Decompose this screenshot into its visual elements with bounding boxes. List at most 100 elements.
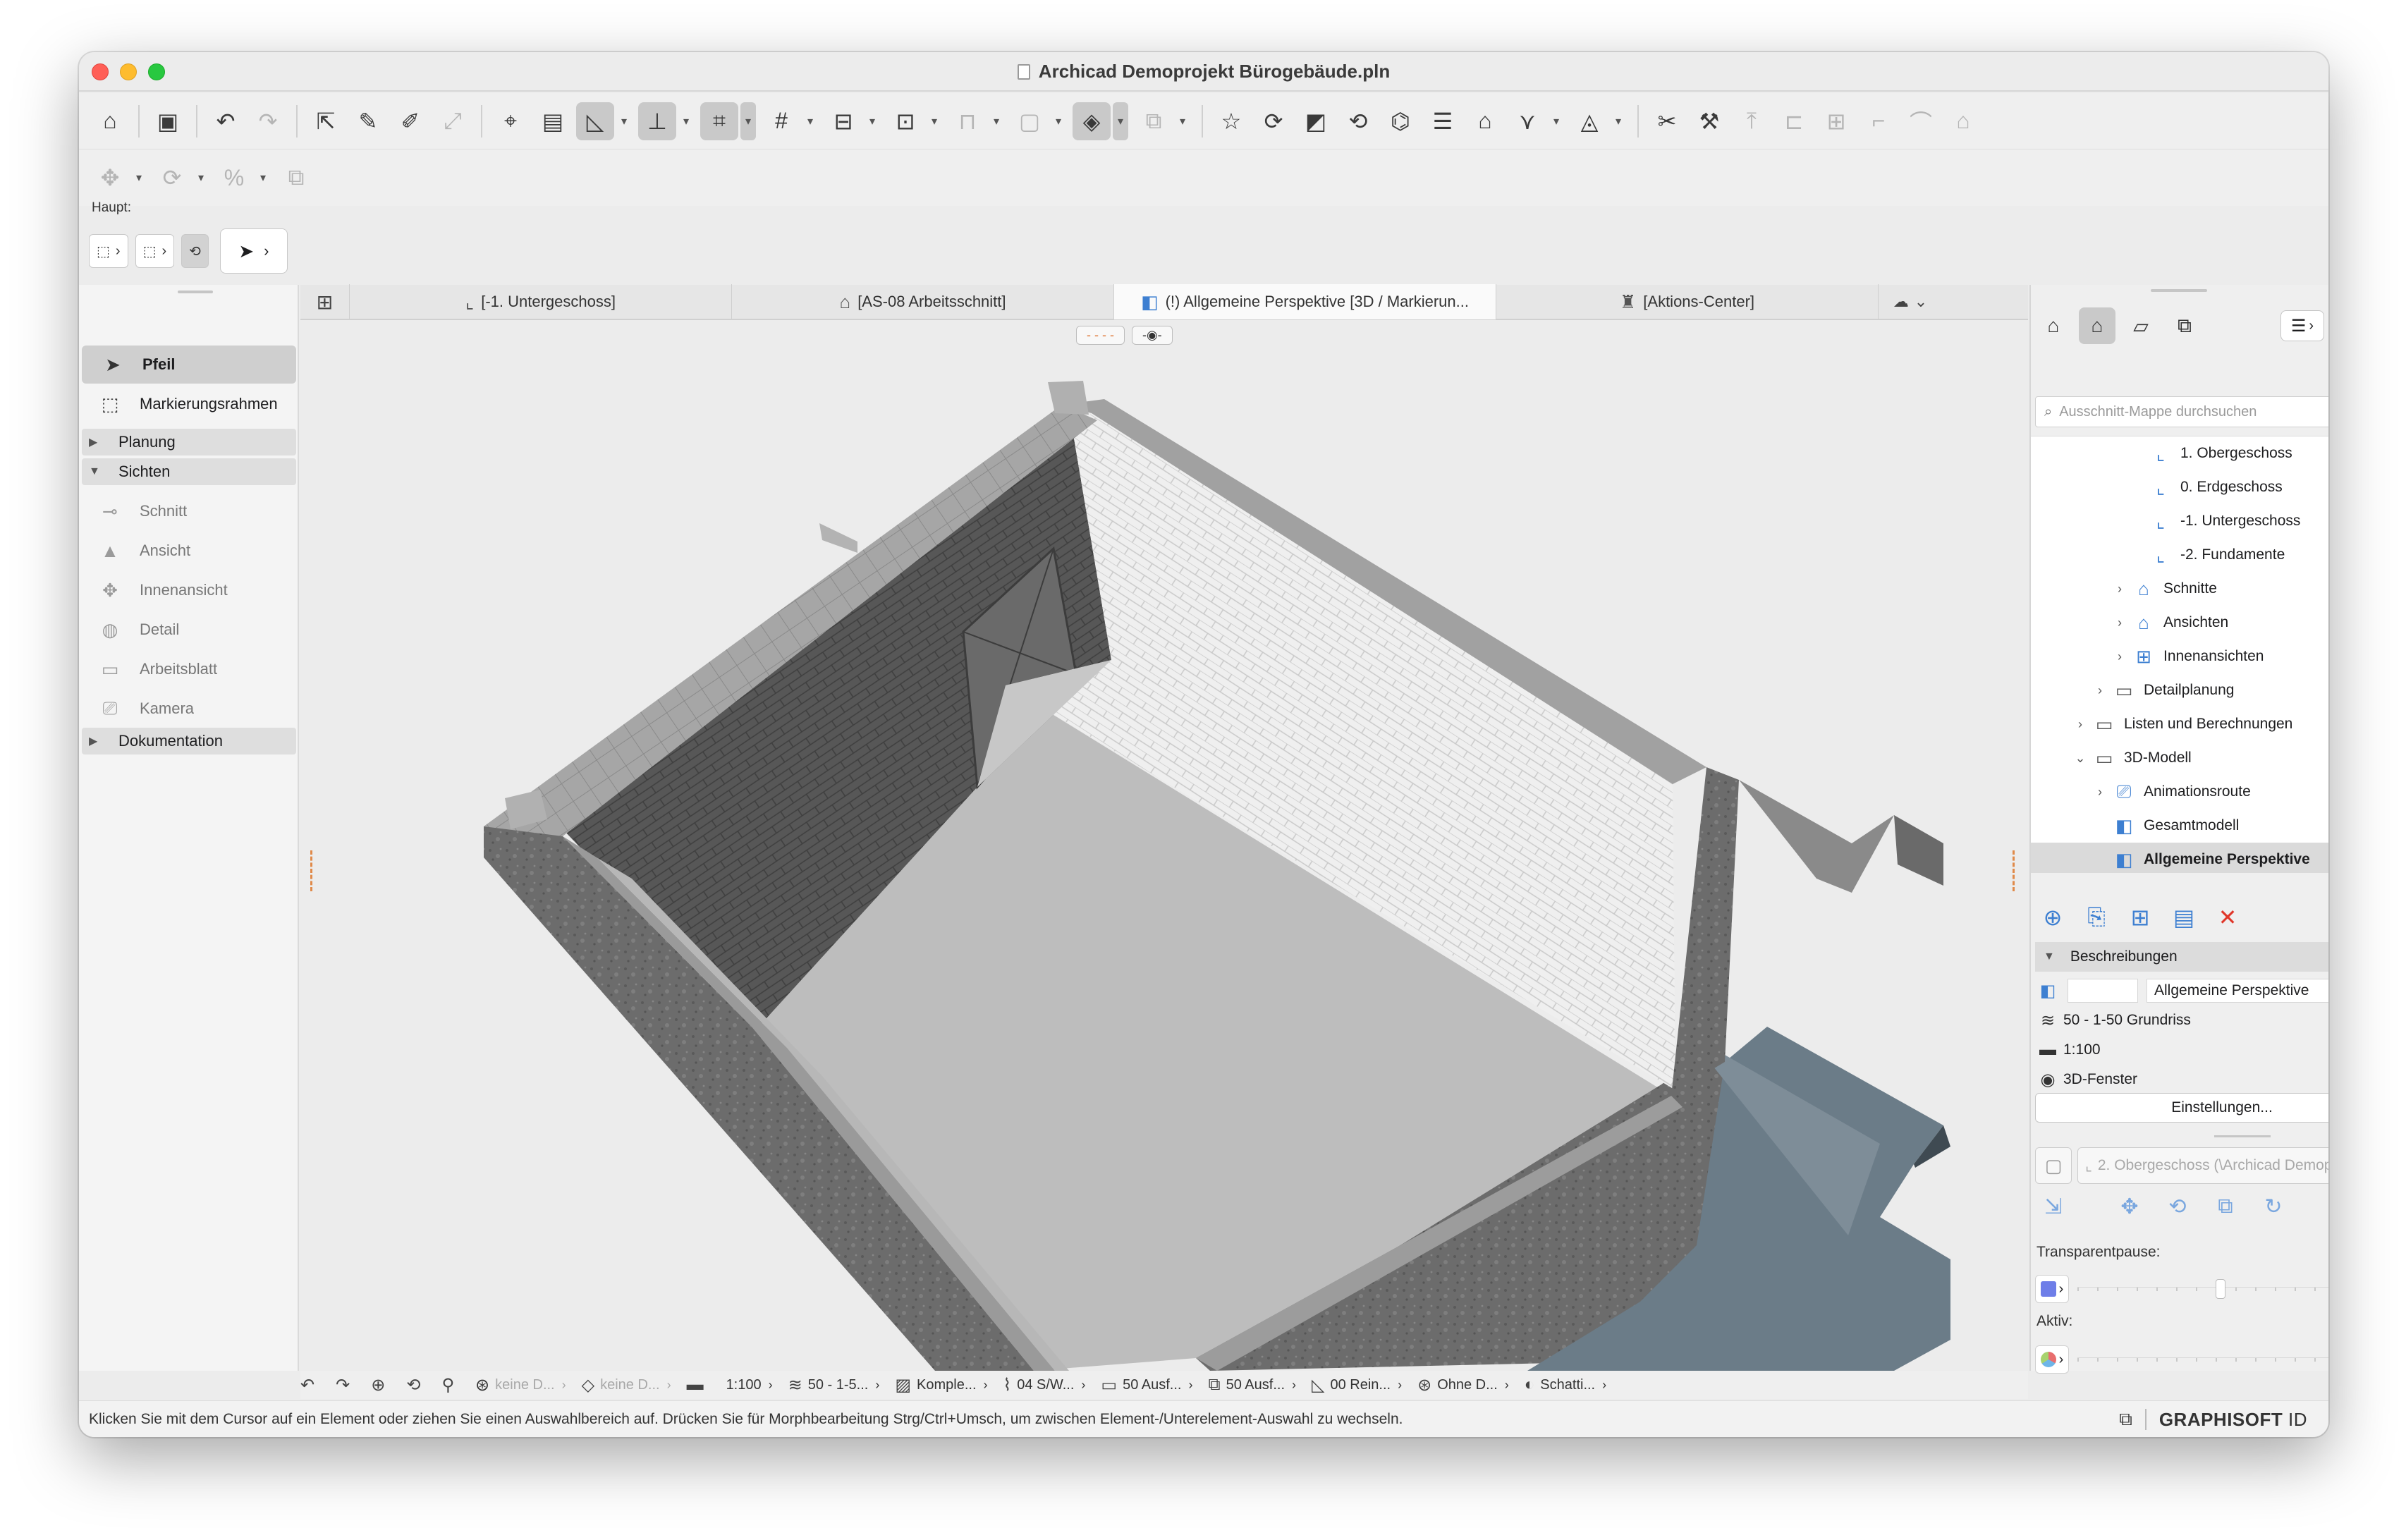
editing-plane-dropdown-icon[interactable]: ▾ bbox=[865, 102, 880, 140]
tree-item-untergeschoss[interactable]: ⌞ -1. Untergeschoss bbox=[2031, 504, 2328, 538]
shading-icon[interactable]: ◬ bbox=[1570, 102, 1608, 140]
entire-elements-button[interactable]: ⬚ › bbox=[135, 234, 175, 268]
publisher-sets-icon[interactable]: ⧉ bbox=[2166, 307, 2203, 344]
new-folder-icon[interactable]: ⊞ bbox=[2124, 904, 2156, 931]
roof-icon[interactable]: ⌂ bbox=[1944, 102, 1982, 140]
ruler-icon[interactable]: ▤ bbox=[534, 102, 572, 140]
tree-item-listen[interactable]: › ▭ Listen und Berechnungen bbox=[2031, 707, 2328, 741]
rotate-dropdown-icon[interactable]: ▾ bbox=[193, 159, 209, 197]
rotated-marquee-button[interactable]: ⟲ bbox=[181, 234, 209, 268]
view-settings-icon[interactable]: ▤ bbox=[2168, 904, 2200, 931]
graphisoft-id-button[interactable]: GRAPHISOFT ID bbox=[2159, 1409, 2307, 1431]
caret-right-icon[interactable]: › bbox=[2111, 582, 2128, 597]
corner-icon[interactable]: ⌐ bbox=[1860, 102, 1898, 140]
grid-snap-dropdown-icon[interactable]: ▾ bbox=[802, 102, 818, 140]
editing-plane-icon[interactable]: ⊟ bbox=[824, 102, 862, 140]
undo-icon[interactable]: ↶ bbox=[207, 102, 245, 140]
tree-item-ansichten[interactable]: › ⌂ Ansichten bbox=[2031, 606, 2328, 640]
pick-up-parameters-icon[interactable]: ⇱ bbox=[307, 102, 345, 140]
tab-aktions-center[interactable]: ♜ [Aktions-Center] bbox=[1496, 284, 1879, 319]
tool-ansicht[interactable]: ▲ Ansicht bbox=[79, 532, 299, 570]
quick-option-renovation[interactable]: ◇ keine D... › bbox=[582, 1375, 671, 1395]
group-dokumentation[interactable]: ▶ Dokumentation bbox=[82, 728, 296, 754]
caret-right-icon[interactable]: › bbox=[2091, 683, 2108, 698]
settings-button[interactable]: Einstellungen... bbox=[2035, 1093, 2328, 1123]
source-view-toggle-icon[interactable]: ▢ bbox=[2035, 1147, 2072, 1184]
snap-guides-icon[interactable]: ⊥ bbox=[638, 102, 676, 140]
arrow-tool-button[interactable]: ➤ › bbox=[219, 228, 288, 274]
transparency-slider[interactable] bbox=[2077, 1279, 2328, 1299]
tool-arbeitsblatt[interactable]: ▭ Arbeitsblatt bbox=[79, 650, 299, 688]
redo-icon[interactable]: ↷ bbox=[249, 102, 287, 140]
quick-option-renovation-filter[interactable]: ◺ 00 Rein... › bbox=[1312, 1375, 1402, 1395]
tree-item-innenansichten[interactable]: › ⊞ Innenansichten bbox=[2031, 640, 2328, 673]
caret-down-icon[interactable]: ⌄ bbox=[2072, 751, 2089, 766]
tree-item-obergeschoss[interactable]: ⌞ 1. Obergeschoss bbox=[2031, 436, 2328, 470]
home-icon[interactable]: ⌂ bbox=[91, 102, 129, 140]
clone-folder-icon[interactable]: ⎘ bbox=[2080, 904, 2113, 931]
rotate-reference-icon[interactable]: ⟲ bbox=[2162, 1194, 2193, 1219]
move-icon[interactable]: ✥ bbox=[91, 159, 129, 197]
tree-item-schnitte[interactable]: › ⌂ Schnitte bbox=[2031, 572, 2328, 606]
trace-color-swatch[interactable]: › bbox=[2035, 1275, 2069, 1303]
offset-icon[interactable]: ⊏ bbox=[1775, 102, 1813, 140]
save-icon[interactable]: ▣ bbox=[149, 102, 187, 140]
visibility-dropdown-icon[interactable]: ▾ bbox=[1549, 102, 1564, 140]
duplicate-icon[interactable]: ⧉ bbox=[277, 159, 315, 197]
lock-dropdown-icon[interactable]: ▾ bbox=[989, 102, 1004, 140]
elevate-icon[interactable]: ⤒ bbox=[1733, 102, 1771, 140]
source-view-field[interactable]: ⌞2. Obergeschoss (\Archicad Demopr...› bbox=[2077, 1147, 2328, 1184]
rotate-icon[interactable]: ⟳ bbox=[153, 159, 191, 197]
3d-viewport[interactable]: - - - - -◉- bbox=[300, 322, 2028, 1371]
group-sichten[interactable]: ▼ Sichten bbox=[82, 458, 296, 485]
quick-option-dimensions[interactable]: ⧉ 50 Ausf... › bbox=[1208, 1375, 1296, 1395]
reset-reference-icon[interactable]: ↻ bbox=[2258, 1194, 2289, 1219]
panel-handle[interactable] bbox=[178, 291, 213, 293]
shading-dropdown-icon[interactable]: ▾ bbox=[1611, 102, 1626, 140]
quick-option-override[interactable]: ⊛ Ohne D... › bbox=[1417, 1375, 1509, 1395]
layer-dropdown-icon[interactable]: ▾ bbox=[1051, 102, 1066, 140]
caret-right-icon[interactable]: › bbox=[2111, 649, 2128, 664]
gravity-icon[interactable]: ⌖ bbox=[491, 102, 530, 140]
tree-item-perspektive[interactable]: ◧ Allgemeine Perspektive bbox=[2031, 843, 2328, 873]
tab-perspektive[interactable]: ◧ (!) Allgemeine Perspektive [3D / Markie… bbox=[1114, 284, 1496, 319]
quick-option-graphic-override[interactable]: ⊛ keine D... › bbox=[475, 1375, 566, 1395]
3d-cutaway-icon[interactable]: ◈ bbox=[1073, 102, 1111, 140]
view-map-icon[interactable]: ⌂ bbox=[2079, 307, 2115, 344]
partial-elements-button[interactable]: ⬚ › bbox=[89, 234, 128, 268]
suspend-groups-icon[interactable]: ⊡ bbox=[886, 102, 924, 140]
tab-arbeitsschnitt[interactable]: ⌂ [AS-08 Arbeitsschnitt] bbox=[732, 284, 1114, 319]
quick-option-structure[interactable]: ▨ Komple... › bbox=[895, 1375, 987, 1395]
tree-item-animationsroute[interactable]: › ⎚ Animationsroute bbox=[2031, 775, 2328, 809]
tab-untergeschoss[interactable]: ⌞ [-1. Untergeschoss] bbox=[350, 284, 732, 319]
panel-handle[interactable] bbox=[2151, 289, 2207, 292]
compare-reference-icon[interactable]: ⧉ bbox=[2210, 1194, 2241, 1219]
tab-list-dropdown[interactable]: ☁ ⌄ bbox=[1879, 284, 1942, 319]
3d-cutaway-dropdown-icon[interactable]: ▾ bbox=[1113, 102, 1128, 140]
transfer-icon[interactable]: ⤢ bbox=[434, 102, 472, 140]
tree-item-fundamente[interactable]: ⌞ -2. Fundamente bbox=[2031, 538, 2328, 572]
view-id-field[interactable] bbox=[2068, 979, 2138, 1003]
quick-option-shading[interactable]: ◐ Schatti... › bbox=[1525, 1375, 1606, 1395]
group-planung[interactable]: ▶ Planung bbox=[82, 429, 296, 456]
grid-snap-icon[interactable]: # bbox=[762, 102, 800, 140]
layer-icon[interactable]: ▢ bbox=[1010, 102, 1049, 140]
percent-icon[interactable]: % bbox=[215, 159, 253, 197]
walk-icon[interactable]: ⚲ bbox=[441, 1375, 460, 1395]
syringe-icon[interactable]: ✐ bbox=[391, 102, 429, 140]
navigator-search[interactable]: ⌕ Ausschnitt-Mappe durchsuchen bbox=[2035, 396, 2328, 427]
reference-swap-icon[interactable]: ⇲ bbox=[2038, 1194, 2069, 1219]
tab-overview-grid-icon[interactable]: ⊞ bbox=[300, 284, 350, 319]
suspend-groups-dropdown-icon[interactable]: ▾ bbox=[927, 102, 942, 140]
undo-zoom-icon[interactable]: ↶ bbox=[300, 1375, 320, 1395]
rebuild-icon[interactable]: ⟳ bbox=[1254, 102, 1293, 140]
snap-points-dropdown-icon[interactable]: ▾ bbox=[740, 102, 756, 140]
snap-points-icon[interactable]: ⌗ bbox=[700, 102, 738, 140]
quick-option-scale[interactable]: ▬ 1:100 › bbox=[687, 1375, 773, 1395]
move-dropdown-icon[interactable]: ▾ bbox=[131, 159, 147, 197]
layout-book-icon[interactable]: ▱ bbox=[2123, 307, 2159, 344]
tool-arrow[interactable]: ➤ Pfeil bbox=[82, 346, 296, 384]
3d-filter-dropdown-icon[interactable]: ▾ bbox=[1175, 102, 1190, 140]
fillet-icon[interactable]: ⌒ bbox=[1902, 102, 1940, 140]
view-name-field[interactable]: Allgemeine Perspektive bbox=[2147, 979, 2328, 1003]
